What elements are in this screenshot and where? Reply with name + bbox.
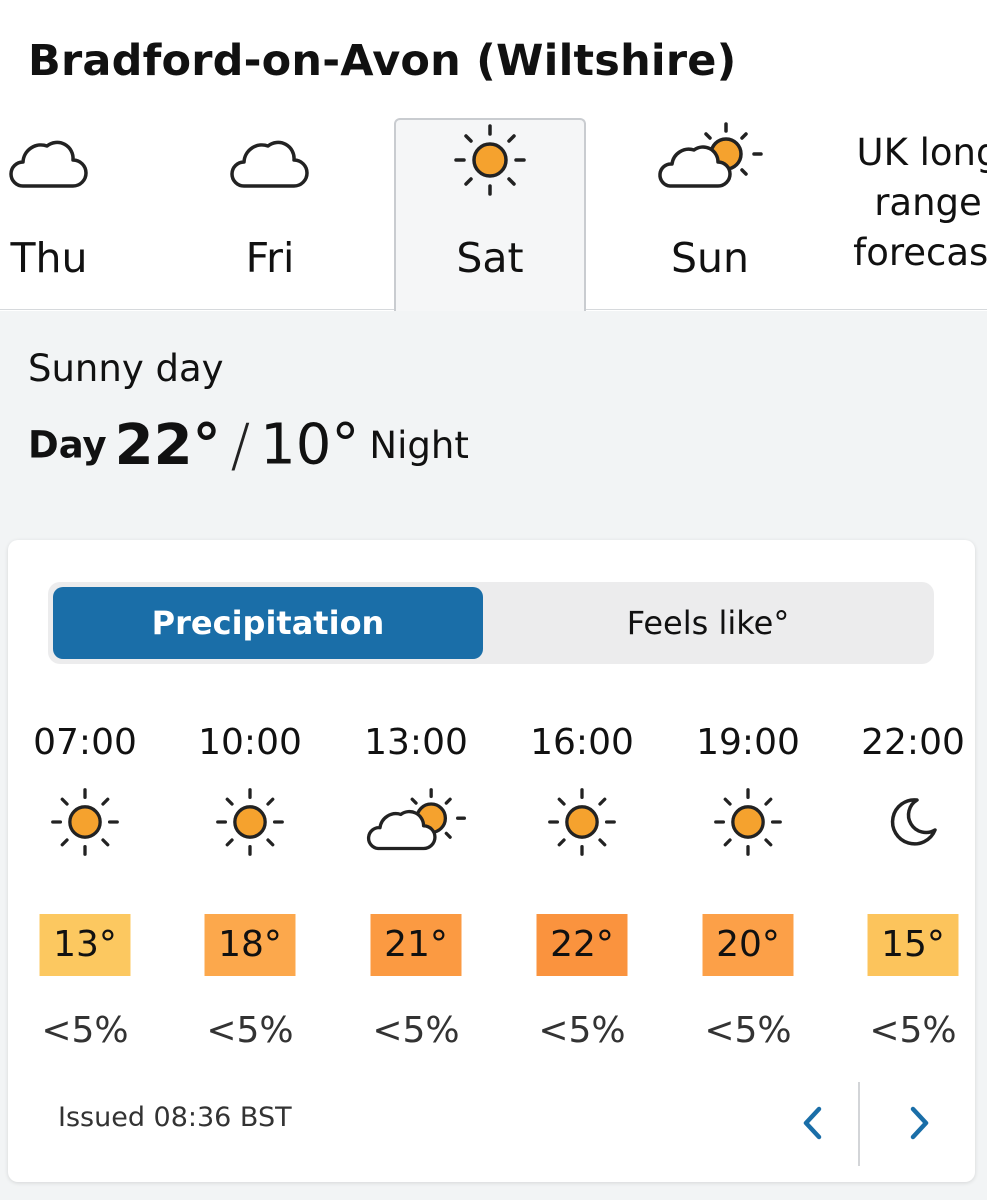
hour-time: 13:00 — [364, 722, 468, 763]
feels-like-tab[interactable]: Feels like° — [488, 587, 928, 659]
hour-precipitation: <5% — [206, 1010, 294, 1051]
tab-thu[interactable]: Thu — [0, 118, 145, 310]
hour-temp: 15° — [867, 914, 959, 976]
hour-time: 22:00 — [861, 722, 965, 763]
hourly-forecast-card: Precipitation Feels like° 07:00 13° <5% — [8, 540, 975, 1182]
hour-item: 19:00 20° <5% — [673, 700, 823, 1060]
previous-button[interactable] — [778, 1088, 848, 1158]
issued-time: Issued 08:36 BST — [58, 1102, 292, 1133]
chevron-left-icon — [803, 1106, 822, 1140]
tab-sat[interactable]: Sat — [394, 118, 586, 312]
hour-temp: 18° — [204, 914, 296, 976]
night-label: Night — [369, 423, 469, 467]
forecast-header: Bradford-on-Avon (Wiltshire) Thu Fri Sat… — [0, 0, 987, 312]
sun-icon — [49, 786, 121, 862]
cloud-icon — [7, 132, 91, 196]
precipitation-tab[interactable]: Precipitation — [53, 587, 483, 659]
hourly-list: 07:00 13° <5% 10:00 18° <5% 13:00 21° <5… — [8, 700, 975, 1060]
sun-icon — [546, 786, 618, 862]
hour-precipitation: <5% — [704, 1010, 792, 1051]
hour-time: 07:00 — [33, 722, 137, 763]
weather-description: Sunny day — [28, 347, 224, 390]
hour-item: 22:00 15° <5% — [838, 700, 987, 1060]
hour-temp: 20° — [702, 914, 794, 976]
long-range-forecast-link[interactable]: UK long range forecast — [838, 128, 987, 278]
hour-temp: 13° — [39, 914, 131, 976]
night-temperature: 10° — [260, 412, 360, 478]
nav-divider — [858, 1082, 860, 1166]
day-label: Day — [28, 423, 107, 467]
hour-item: 13:00 21° <5% — [341, 700, 491, 1060]
hour-precipitation: <5% — [869, 1010, 957, 1051]
sun-icon — [452, 122, 528, 202]
hour-time: 10:00 — [198, 722, 302, 763]
view-toggle: Precipitation Feels like° — [48, 582, 934, 664]
hour-item: 07:00 13° <5% — [10, 700, 160, 1060]
day-night-temps: Day 22°/10° Night — [28, 411, 469, 479]
hour-precipitation: <5% — [372, 1010, 460, 1051]
hour-time: 19:00 — [696, 722, 800, 763]
day-temperature: 22° — [114, 412, 221, 478]
hour-time: 16:00 — [530, 722, 634, 763]
moon-icon — [877, 786, 949, 862]
tab-fri[interactable]: Fri — [174, 118, 366, 310]
hour-item: 10:00 18° <5% — [175, 700, 325, 1060]
sun-cloud-icon — [656, 120, 764, 200]
next-button[interactable] — [884, 1088, 954, 1158]
sun-cloud-icon — [364, 786, 468, 862]
location-title: Bradford-on-Avon (Wiltshire) — [28, 36, 737, 86]
hour-precipitation: <5% — [41, 1010, 129, 1051]
hour-precipitation: <5% — [538, 1010, 626, 1051]
hour-temp: 21° — [370, 914, 462, 976]
long-range-line-2: range — [874, 181, 982, 224]
tab-sun-label: Sun — [671, 234, 749, 282]
tab-thu-label: Thu — [10, 234, 88, 282]
chevron-right-icon — [910, 1106, 929, 1140]
long-range-line-3: forecast — [853, 231, 987, 274]
hour-item: 16:00 22° <5% — [507, 700, 657, 1060]
tab-sun[interactable]: Sun — [614, 118, 806, 310]
hour-temp: 22° — [536, 914, 628, 976]
temp-separator: / — [230, 411, 251, 479]
tab-fri-label: Fri — [245, 234, 295, 282]
sun-icon — [712, 786, 784, 862]
long-range-line-1: UK long — [856, 131, 987, 174]
cloud-icon — [228, 132, 312, 196]
sun-icon — [214, 786, 286, 862]
tab-sat-label: Sat — [456, 234, 524, 282]
